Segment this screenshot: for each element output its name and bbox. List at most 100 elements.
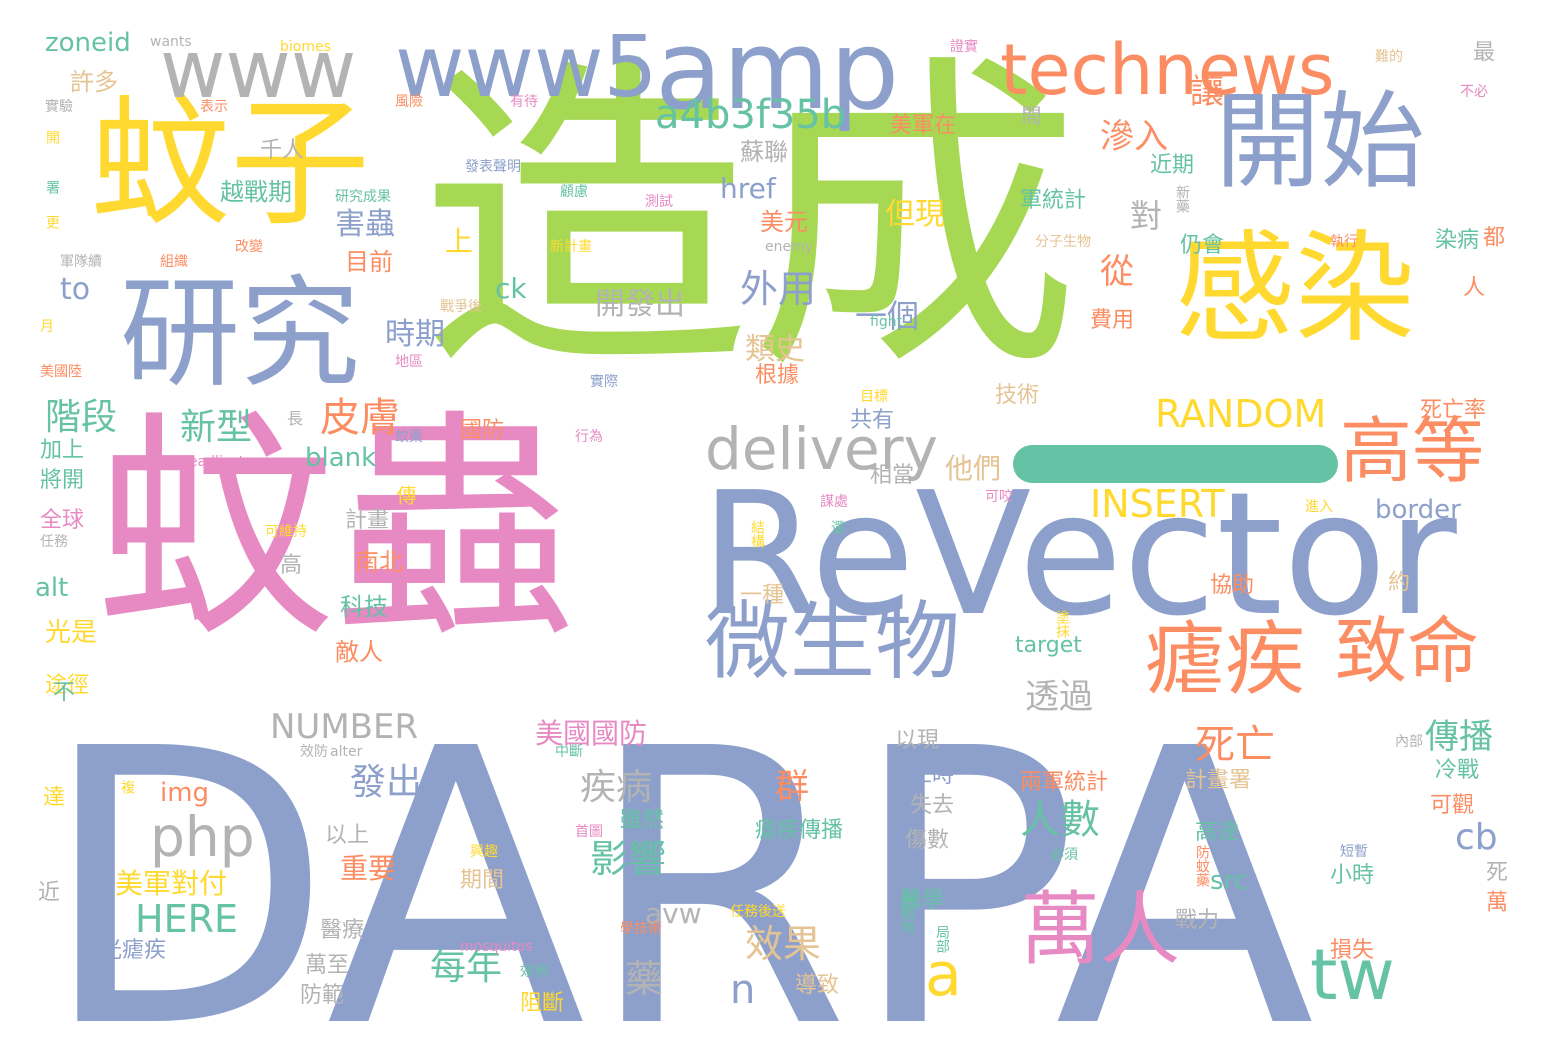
word: 瘧疾傳播	[755, 818, 844, 843]
word: 表示	[200, 99, 228, 115]
word: 從	[1100, 252, 1134, 292]
word: 興趣	[470, 844, 498, 860]
word: 共有	[850, 408, 895, 433]
word: 美元	[760, 208, 808, 236]
word: 必須	[1050, 847, 1078, 863]
word: 還	[829, 520, 845, 534]
word: 人數	[1020, 797, 1100, 843]
word: 皮膚	[320, 395, 400, 441]
word: 複	[119, 780, 135, 794]
word: alt	[35, 573, 69, 603]
word: 損失	[1330, 938, 1375, 963]
word: n	[730, 967, 756, 1013]
word: 傷數	[905, 828, 950, 853]
word: wants	[150, 34, 192, 50]
word: 最	[1469, 40, 1494, 62]
word: 技術	[995, 383, 1040, 408]
word: 效防	[300, 744, 328, 760]
word: 署	[44, 180, 60, 194]
word: 中斷	[555, 744, 583, 760]
word: 萬	[1482, 890, 1507, 912]
word: 用動物	[899, 892, 915, 934]
word: 新型	[180, 407, 253, 448]
word: 月	[40, 319, 54, 335]
word: 新藥	[1174, 185, 1190, 213]
word: 仍會	[1180, 233, 1225, 258]
word: 近	[34, 880, 59, 902]
word: 有待	[510, 94, 538, 110]
word: blank	[305, 443, 377, 473]
word: 透過	[1025, 677, 1093, 717]
word: 讓	[1190, 72, 1224, 112]
word: 戰力	[1175, 908, 1220, 933]
word: 任務後送	[730, 904, 786, 920]
word: 開	[44, 130, 60, 144]
word: 萬至	[305, 953, 350, 978]
word: 千人	[260, 138, 305, 163]
word: a4b3f35b	[655, 92, 847, 138]
word: 間	[1018, 105, 1042, 125]
word: 影響	[590, 837, 667, 881]
word: img	[160, 778, 210, 808]
word: enemy	[765, 239, 814, 255]
word: 將開	[40, 468, 85, 493]
word: 不	[49, 680, 74, 702]
word: RANDOM	[1155, 392, 1327, 436]
word: 光瘧疾	[100, 938, 167, 963]
word: 軍統計	[1020, 188, 1087, 213]
word: 死亡率	[1420, 398, 1487, 423]
word: 相當	[870, 463, 915, 488]
word: 兩軍統計	[1020, 770, 1109, 795]
word: 學技術	[620, 921, 662, 937]
word: 傳	[393, 485, 417, 505]
word: 滲入	[1100, 117, 1168, 157]
word: 藥	[625, 957, 664, 1001]
word: 以現	[895, 728, 940, 753]
word: 研究	[120, 265, 360, 404]
word: 證實	[950, 39, 978, 55]
word: target	[1015, 633, 1082, 658]
word: 計畫	[345, 508, 390, 533]
word: 南北	[355, 548, 403, 576]
word: 高等	[1340, 409, 1485, 493]
word: 可維持	[265, 524, 307, 540]
word: a	[925, 940, 962, 1010]
word: src	[1210, 866, 1248, 896]
word: 冷戰	[1435, 758, 1480, 783]
word: 都	[1479, 225, 1504, 247]
word: 發出	[350, 762, 423, 803]
word-cloud: DARPA 造成 蚊蟲 ReVector 蚊子 研究 開始 感染 amp www…	[0, 0, 1548, 1052]
word: 改變	[235, 239, 263, 255]
word: 進入	[1305, 499, 1333, 515]
word: 瘧疾	[1145, 613, 1305, 706]
word: 發表聲明	[465, 159, 521, 175]
word: 光是	[45, 618, 98, 648]
word: cb	[1455, 817, 1498, 858]
word: 戰爭後	[440, 299, 482, 315]
word: 害蟲	[335, 207, 395, 242]
word: 外用	[740, 267, 817, 311]
word: 行為	[575, 429, 603, 445]
word: 全球	[40, 508, 85, 533]
word: alter	[330, 744, 363, 760]
word: 分子生物	[1035, 234, 1091, 250]
word: 一種	[740, 583, 785, 608]
word: 任務	[40, 534, 68, 550]
word: php	[150, 805, 255, 869]
word: 美軍在	[890, 113, 957, 138]
word: 美軍對付	[115, 867, 228, 900]
word: 醫療	[320, 918, 365, 943]
word: 傳播	[1425, 717, 1493, 757]
word: 小時	[1330, 863, 1375, 888]
word: 組織	[160, 254, 188, 270]
word: 目前	[345, 248, 393, 276]
word: 越戰期	[220, 178, 292, 206]
word: 測試	[645, 194, 673, 210]
word: 蚊藥	[395, 429, 423, 445]
word: 首圖	[575, 824, 603, 840]
word: 國防	[460, 418, 505, 443]
word: href	[720, 172, 776, 205]
word: 高	[280, 553, 303, 578]
word: 新計畫	[550, 239, 592, 255]
word: 敵人	[335, 638, 383, 666]
